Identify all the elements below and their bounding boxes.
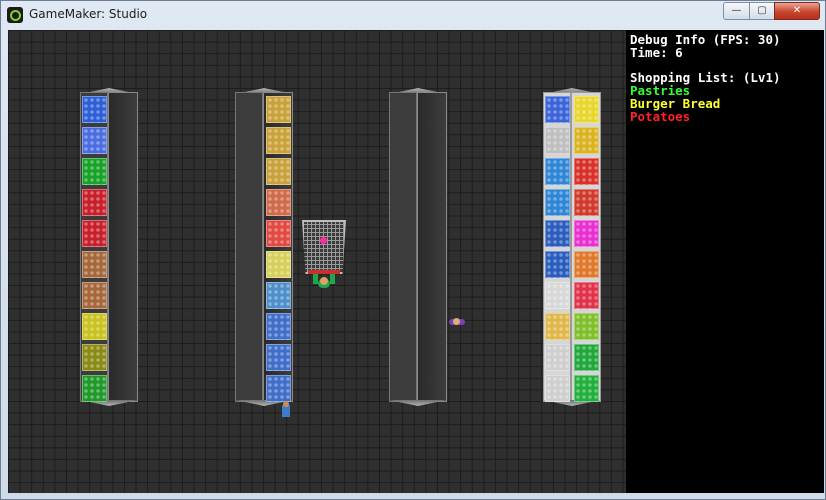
product-box <box>545 127 570 154</box>
product-box <box>545 313 570 340</box>
product-box <box>574 127 599 154</box>
product-box <box>266 251 291 278</box>
product-box <box>545 375 570 402</box>
player-with-cart <box>302 220 346 290</box>
product-box <box>82 127 107 154</box>
product-box <box>545 220 570 247</box>
minimize-button[interactable]: — <box>723 2 750 20</box>
product-box <box>574 282 599 309</box>
product-box <box>266 96 291 123</box>
product-box <box>266 127 291 154</box>
product-box <box>266 220 291 247</box>
product-box <box>82 189 107 216</box>
product-box <box>574 313 599 340</box>
product-box <box>574 189 599 216</box>
title-bar[interactable]: GameMaker: Studio — ▢ ✕ <box>1 1 825 29</box>
shopping-list-item-potatoes: Potatoes <box>630 109 691 124</box>
product-box <box>545 282 570 309</box>
shelf-side <box>108 92 138 402</box>
shelf-front <box>235 92 263 402</box>
product-box <box>545 189 570 216</box>
product-box <box>545 158 570 185</box>
product-box <box>545 344 570 371</box>
product-box <box>574 375 599 402</box>
product-box <box>266 313 291 340</box>
window-title: GameMaker: Studio <box>29 7 148 21</box>
cart-item <box>320 237 327 244</box>
product-box <box>82 251 107 278</box>
product-box <box>574 344 599 371</box>
npc-shopper <box>281 401 291 419</box>
product-box <box>82 313 107 340</box>
product-box <box>574 251 599 278</box>
shelf-front <box>389 92 417 402</box>
product-box <box>266 375 291 402</box>
product-box <box>266 344 291 371</box>
debug-sidebar: Debug Info (FPS: 30) Time: 6 Shopping Li… <box>626 30 824 493</box>
maximize-button[interactable]: ▢ <box>749 2 775 20</box>
shelf-bottom-cap <box>389 400 447 406</box>
product-box <box>82 220 107 247</box>
product-box <box>545 251 570 278</box>
product-box <box>266 282 291 309</box>
product-box <box>82 158 107 185</box>
product-box <box>82 375 107 402</box>
game-canvas[interactable]: Debug Info (FPS: 30) Time: 6 Shopping Li… <box>8 30 824 493</box>
gamemaker-logo-icon <box>7 7 23 23</box>
product-box <box>574 220 599 247</box>
close-button[interactable]: ✕ <box>774 2 820 20</box>
product-box <box>545 96 570 123</box>
app-window: GameMaker: Studio — ▢ ✕ Debug Info (FPS:… <box>0 0 826 500</box>
time-label: Time: 6 <box>630 45 683 60</box>
product-box <box>82 282 107 309</box>
product-box <box>82 96 107 123</box>
product-box <box>266 158 291 185</box>
product-box <box>574 96 599 123</box>
product-box <box>574 158 599 185</box>
npc-shopper <box>446 317 468 327</box>
shelf-side <box>417 92 447 402</box>
player-character <box>313 274 335 289</box>
product-box <box>266 189 291 216</box>
shopping-cart <box>302 220 346 274</box>
product-box <box>82 344 107 371</box>
